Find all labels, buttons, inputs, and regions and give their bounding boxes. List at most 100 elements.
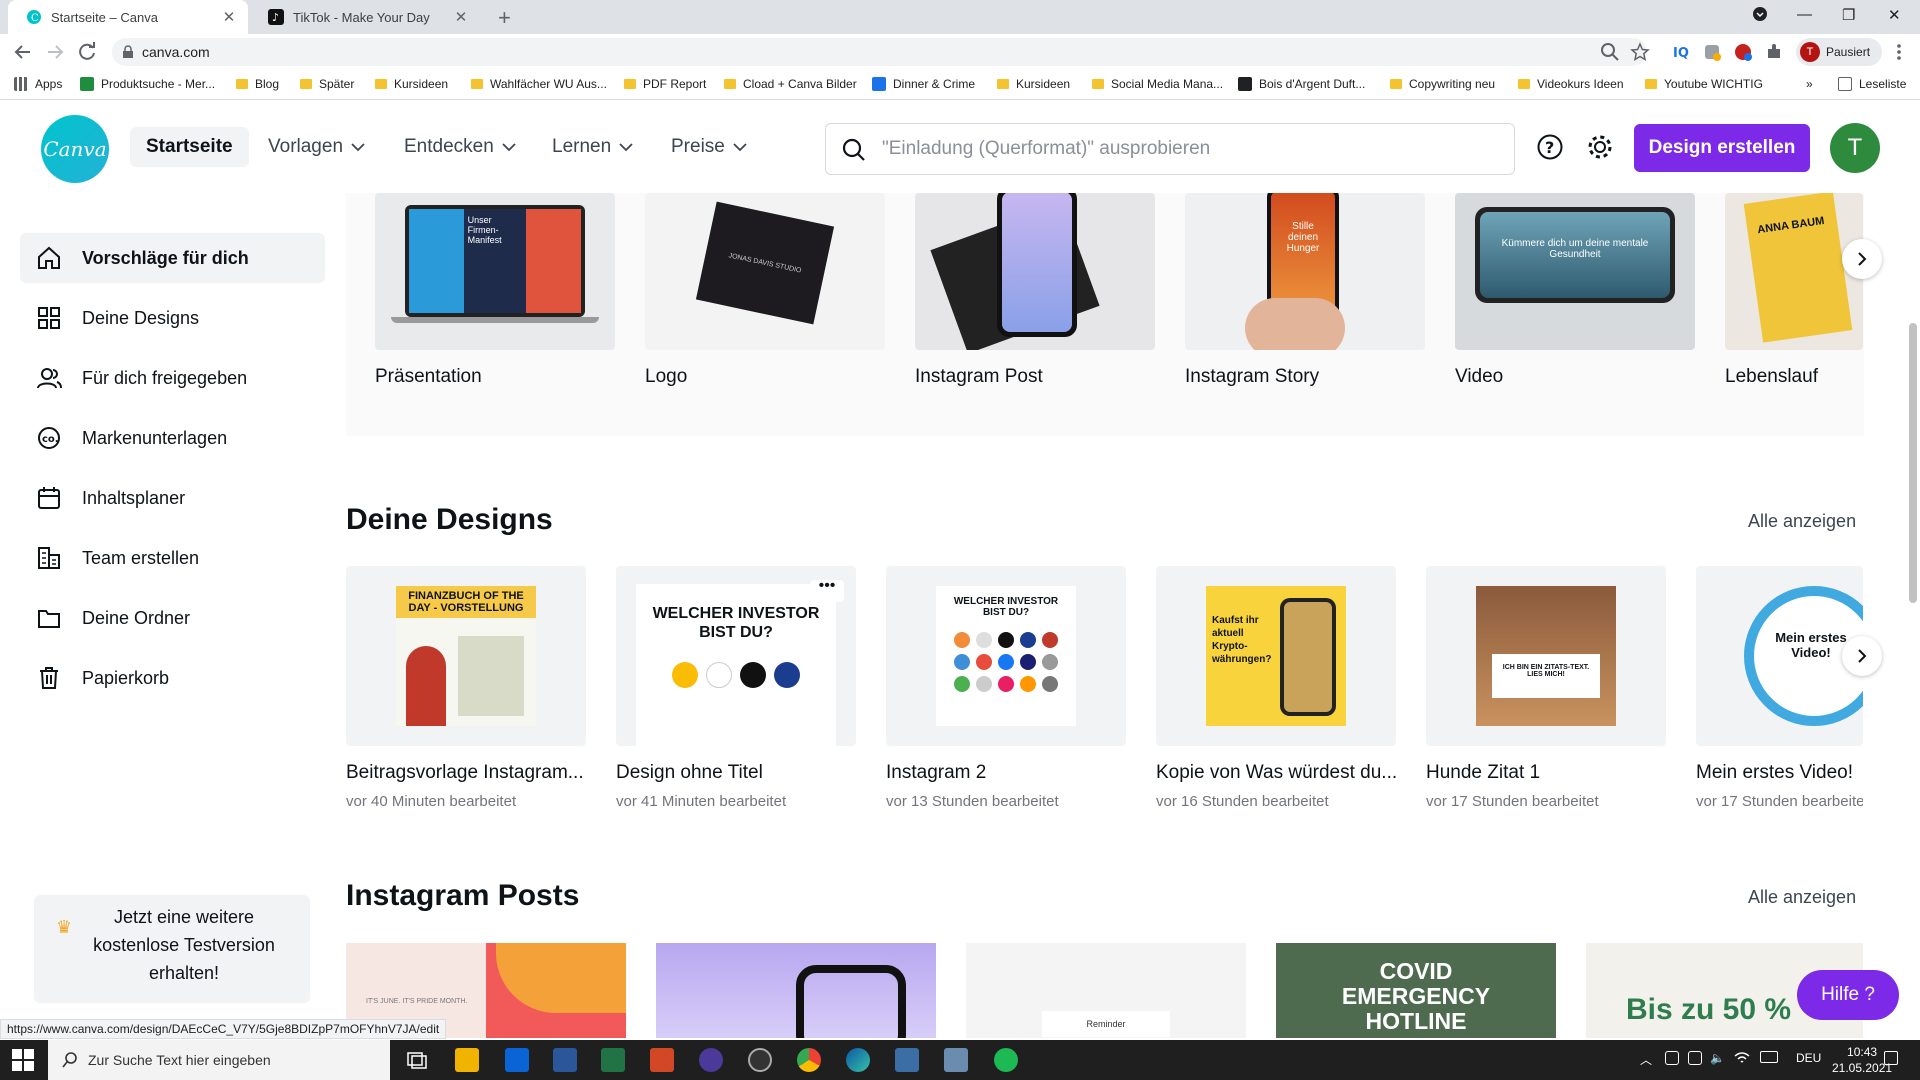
file-explorer-icon[interactable] bbox=[455, 1048, 479, 1072]
page-scrollbar[interactable] bbox=[1906, 193, 1920, 1038]
bookmark-folder[interactable]: Kursideen bbox=[375, 77, 448, 91]
template-card-video[interactable]: Kümmere dich um deine mentale Gesundheit… bbox=[1455, 193, 1695, 388]
tray-app-icon[interactable] bbox=[1688, 1051, 1702, 1065]
chrome-icon[interactable] bbox=[797, 1048, 821, 1072]
tab-canva[interactable]: C Startseite – Canva ✕ bbox=[8, 0, 248, 34]
taskbar-search[interactable]: Zur Suche Text hier eingeben bbox=[48, 1040, 390, 1080]
bookmark-folder[interactable]: Youtube WICHTIG bbox=[1645, 77, 1763, 91]
bookmark-folder[interactable]: Wahlfächer WU Aus... bbox=[471, 77, 607, 91]
free-trial-promo[interactable]: ♛ Jetzt eine weitere kostenlose Testvers… bbox=[34, 895, 310, 1003]
network-icon[interactable] bbox=[1734, 1051, 1750, 1065]
instagram-template-card[interactable]: Reminder bbox=[966, 943, 1246, 1038]
spotify-icon[interactable] bbox=[994, 1048, 1018, 1072]
word-icon[interactable] bbox=[553, 1048, 577, 1072]
design-card[interactable]: Mein erstes Video! Mein erstes Video! vo… bbox=[1696, 566, 1863, 810]
sidebar-item-markenunterlagen[interactable]: co. Markenunterlagen bbox=[20, 413, 325, 463]
bookmarks-overflow[interactable]: » bbox=[1806, 77, 1813, 91]
keyboard-icon[interactable] bbox=[1760, 1051, 1778, 1063]
browser-menu-icon[interactable] bbox=[1889, 42, 1909, 62]
minimize-icon[interactable]: — bbox=[1797, 6, 1812, 23]
reload-icon[interactable] bbox=[76, 41, 98, 63]
profile-button[interactable]: T Pausiert bbox=[1796, 38, 1882, 66]
help-button[interactable]: Hilfe ? bbox=[1797, 970, 1899, 1020]
nav-lernen[interactable]: Lernen bbox=[552, 127, 633, 167]
search-box[interactable] bbox=[825, 123, 1515, 175]
bookmark-folder[interactable]: Später bbox=[300, 77, 354, 91]
sidebar-item-vorschlaege[interactable]: Vorschläge für dich bbox=[20, 233, 325, 283]
tray-app-icon[interactable] bbox=[1665, 1051, 1679, 1065]
carousel-next-button[interactable] bbox=[1842, 636, 1882, 676]
extension-icon[interactable] bbox=[1733, 42, 1753, 62]
bookmark-folder[interactable]: Social Media Mana... bbox=[1092, 77, 1223, 91]
instagram-template-card[interactable] bbox=[656, 943, 936, 1038]
reading-list[interactable]: Leseliste bbox=[1838, 77, 1906, 91]
restore-icon[interactable]: ❐ bbox=[1842, 6, 1855, 24]
settings-gear-icon[interactable] bbox=[1586, 133, 1614, 161]
volume-icon[interactable]: 🔈 bbox=[1710, 1051, 1725, 1065]
bookmark-folder[interactable]: Videokurs Ideen bbox=[1518, 77, 1624, 91]
windows-start-icon[interactable] bbox=[12, 1049, 34, 1071]
design-card[interactable]: ICH BIN EIN ZITATS-TEXT. LIES MICH! Hund… bbox=[1426, 566, 1666, 810]
see-all-designs-link[interactable]: Alle anzeigen bbox=[1748, 511, 1856, 532]
forward-icon[interactable] bbox=[44, 41, 66, 63]
bookmark-item[interactable]: Dinner & Crime bbox=[872, 77, 975, 91]
template-card-instagram-story[interactable]: Stille deinen Hunger Instagram Story bbox=[1185, 193, 1425, 388]
app-icon[interactable] bbox=[944, 1048, 968, 1072]
bookmark-folder[interactable]: PDF Report bbox=[624, 77, 706, 91]
tab-tiktok[interactable]: ♪ TikTok - Make Your Day ✕ bbox=[250, 0, 480, 34]
nav-startseite[interactable]: Startseite bbox=[130, 127, 249, 167]
language-indicator[interactable]: DEU bbox=[1796, 1051, 1821, 1065]
more-options-icon[interactable]: ••• bbox=[810, 578, 844, 602]
nav-vorlagen[interactable]: Vorlagen bbox=[268, 127, 365, 167]
template-card-logo[interactable]: JONAS DAVIS STUDIO Logo bbox=[645, 193, 885, 388]
sidebar-item-freigegeben[interactable]: Für dich freigegeben bbox=[20, 353, 325, 403]
bookmark-folder[interactable]: Kursideen bbox=[997, 77, 1070, 91]
mail-icon[interactable] bbox=[505, 1048, 529, 1072]
bookmark-star-icon[interactable] bbox=[1630, 42, 1650, 62]
help-icon[interactable]: ? bbox=[1536, 133, 1564, 161]
close-tab-icon[interactable]: ✕ bbox=[452, 8, 470, 26]
bookmark-item[interactable]: Produktsuche - Mer... bbox=[80, 77, 215, 91]
bookmark-item[interactable]: Bois d'Argent Duft... bbox=[1238, 77, 1365, 91]
bookmark-folder[interactable]: Blog bbox=[236, 77, 279, 91]
sidebar-item-inhaltsplaner[interactable]: Inhaltsplaner bbox=[20, 473, 325, 523]
template-card-instagram-post[interactable]: Instagram Post bbox=[915, 193, 1155, 388]
tab-search-icon[interactable] bbox=[1752, 6, 1768, 22]
design-card[interactable]: FINANZBUCH OF THE DAY - VORSTELLUNG Beit… bbox=[346, 566, 586, 810]
template-card-praesentation[interactable]: Unser Firmen-Manifest Präsentation bbox=[375, 193, 615, 388]
app-icon[interactable] bbox=[699, 1048, 723, 1072]
url-bar[interactable]: canva.com bbox=[112, 38, 1647, 66]
new-tab-button[interactable]: + bbox=[498, 5, 511, 31]
nav-entdecken[interactable]: Entdecken bbox=[404, 127, 516, 167]
template-card-lebenslauf[interactable]: ANNA BAUM Lebenslauf bbox=[1725, 193, 1863, 388]
extension-iq-icon[interactable]: IQ bbox=[1672, 42, 1692, 62]
carousel-next-button[interactable] bbox=[1842, 239, 1882, 279]
user-avatar[interactable]: T bbox=[1830, 123, 1880, 173]
close-window-icon[interactable]: ✕ bbox=[1888, 6, 1901, 24]
task-view-icon[interactable] bbox=[405, 1048, 429, 1072]
sidebar-item-ordner[interactable]: Deine Ordner bbox=[20, 593, 325, 643]
edge-icon[interactable] bbox=[846, 1048, 870, 1072]
design-card[interactable]: WELCHER INVESTOR BIST DU? ••• Design ohn… bbox=[616, 566, 856, 810]
app-icon[interactable] bbox=[895, 1048, 919, 1072]
bookmark-apps[interactable]: Apps bbox=[14, 77, 62, 91]
close-tab-icon[interactable]: ✕ bbox=[220, 8, 238, 26]
design-card[interactable]: Kaufst ihr aktuell Krypto-währungen? Kop… bbox=[1156, 566, 1396, 810]
instagram-template-card[interactable]: COVID EMERGENCY HOTLINE bbox=[1276, 943, 1556, 1038]
app-icon[interactable] bbox=[748, 1048, 772, 1072]
extension-icon[interactable] bbox=[1702, 42, 1722, 62]
zoom-icon[interactable] bbox=[1600, 42, 1620, 62]
excel-icon[interactable] bbox=[601, 1048, 625, 1072]
sidebar-item-deine-designs[interactable]: Deine Designs bbox=[20, 293, 325, 343]
scrollbar-thumb[interactable] bbox=[1909, 323, 1917, 603]
notification-icon[interactable] bbox=[1884, 1051, 1898, 1065]
bookmark-folder[interactable]: Cload + Canva Bilder bbox=[724, 77, 857, 91]
sidebar-item-papierkorb[interactable]: Papierkorb bbox=[20, 653, 325, 703]
powerpoint-icon[interactable] bbox=[650, 1048, 674, 1072]
extensions-puzzle-icon[interactable] bbox=[1764, 42, 1784, 62]
tray-overflow-icon[interactable]: ︿ bbox=[1640, 1051, 1652, 1068]
canva-logo[interactable]: Canva bbox=[41, 115, 109, 183]
design-card[interactable]: WELCHER INVESTOR BIST DU? Instagram 2 vo… bbox=[886, 566, 1126, 810]
back-icon[interactable] bbox=[12, 41, 34, 63]
sidebar-item-team-erstellen[interactable]: Team erstellen bbox=[20, 533, 325, 583]
